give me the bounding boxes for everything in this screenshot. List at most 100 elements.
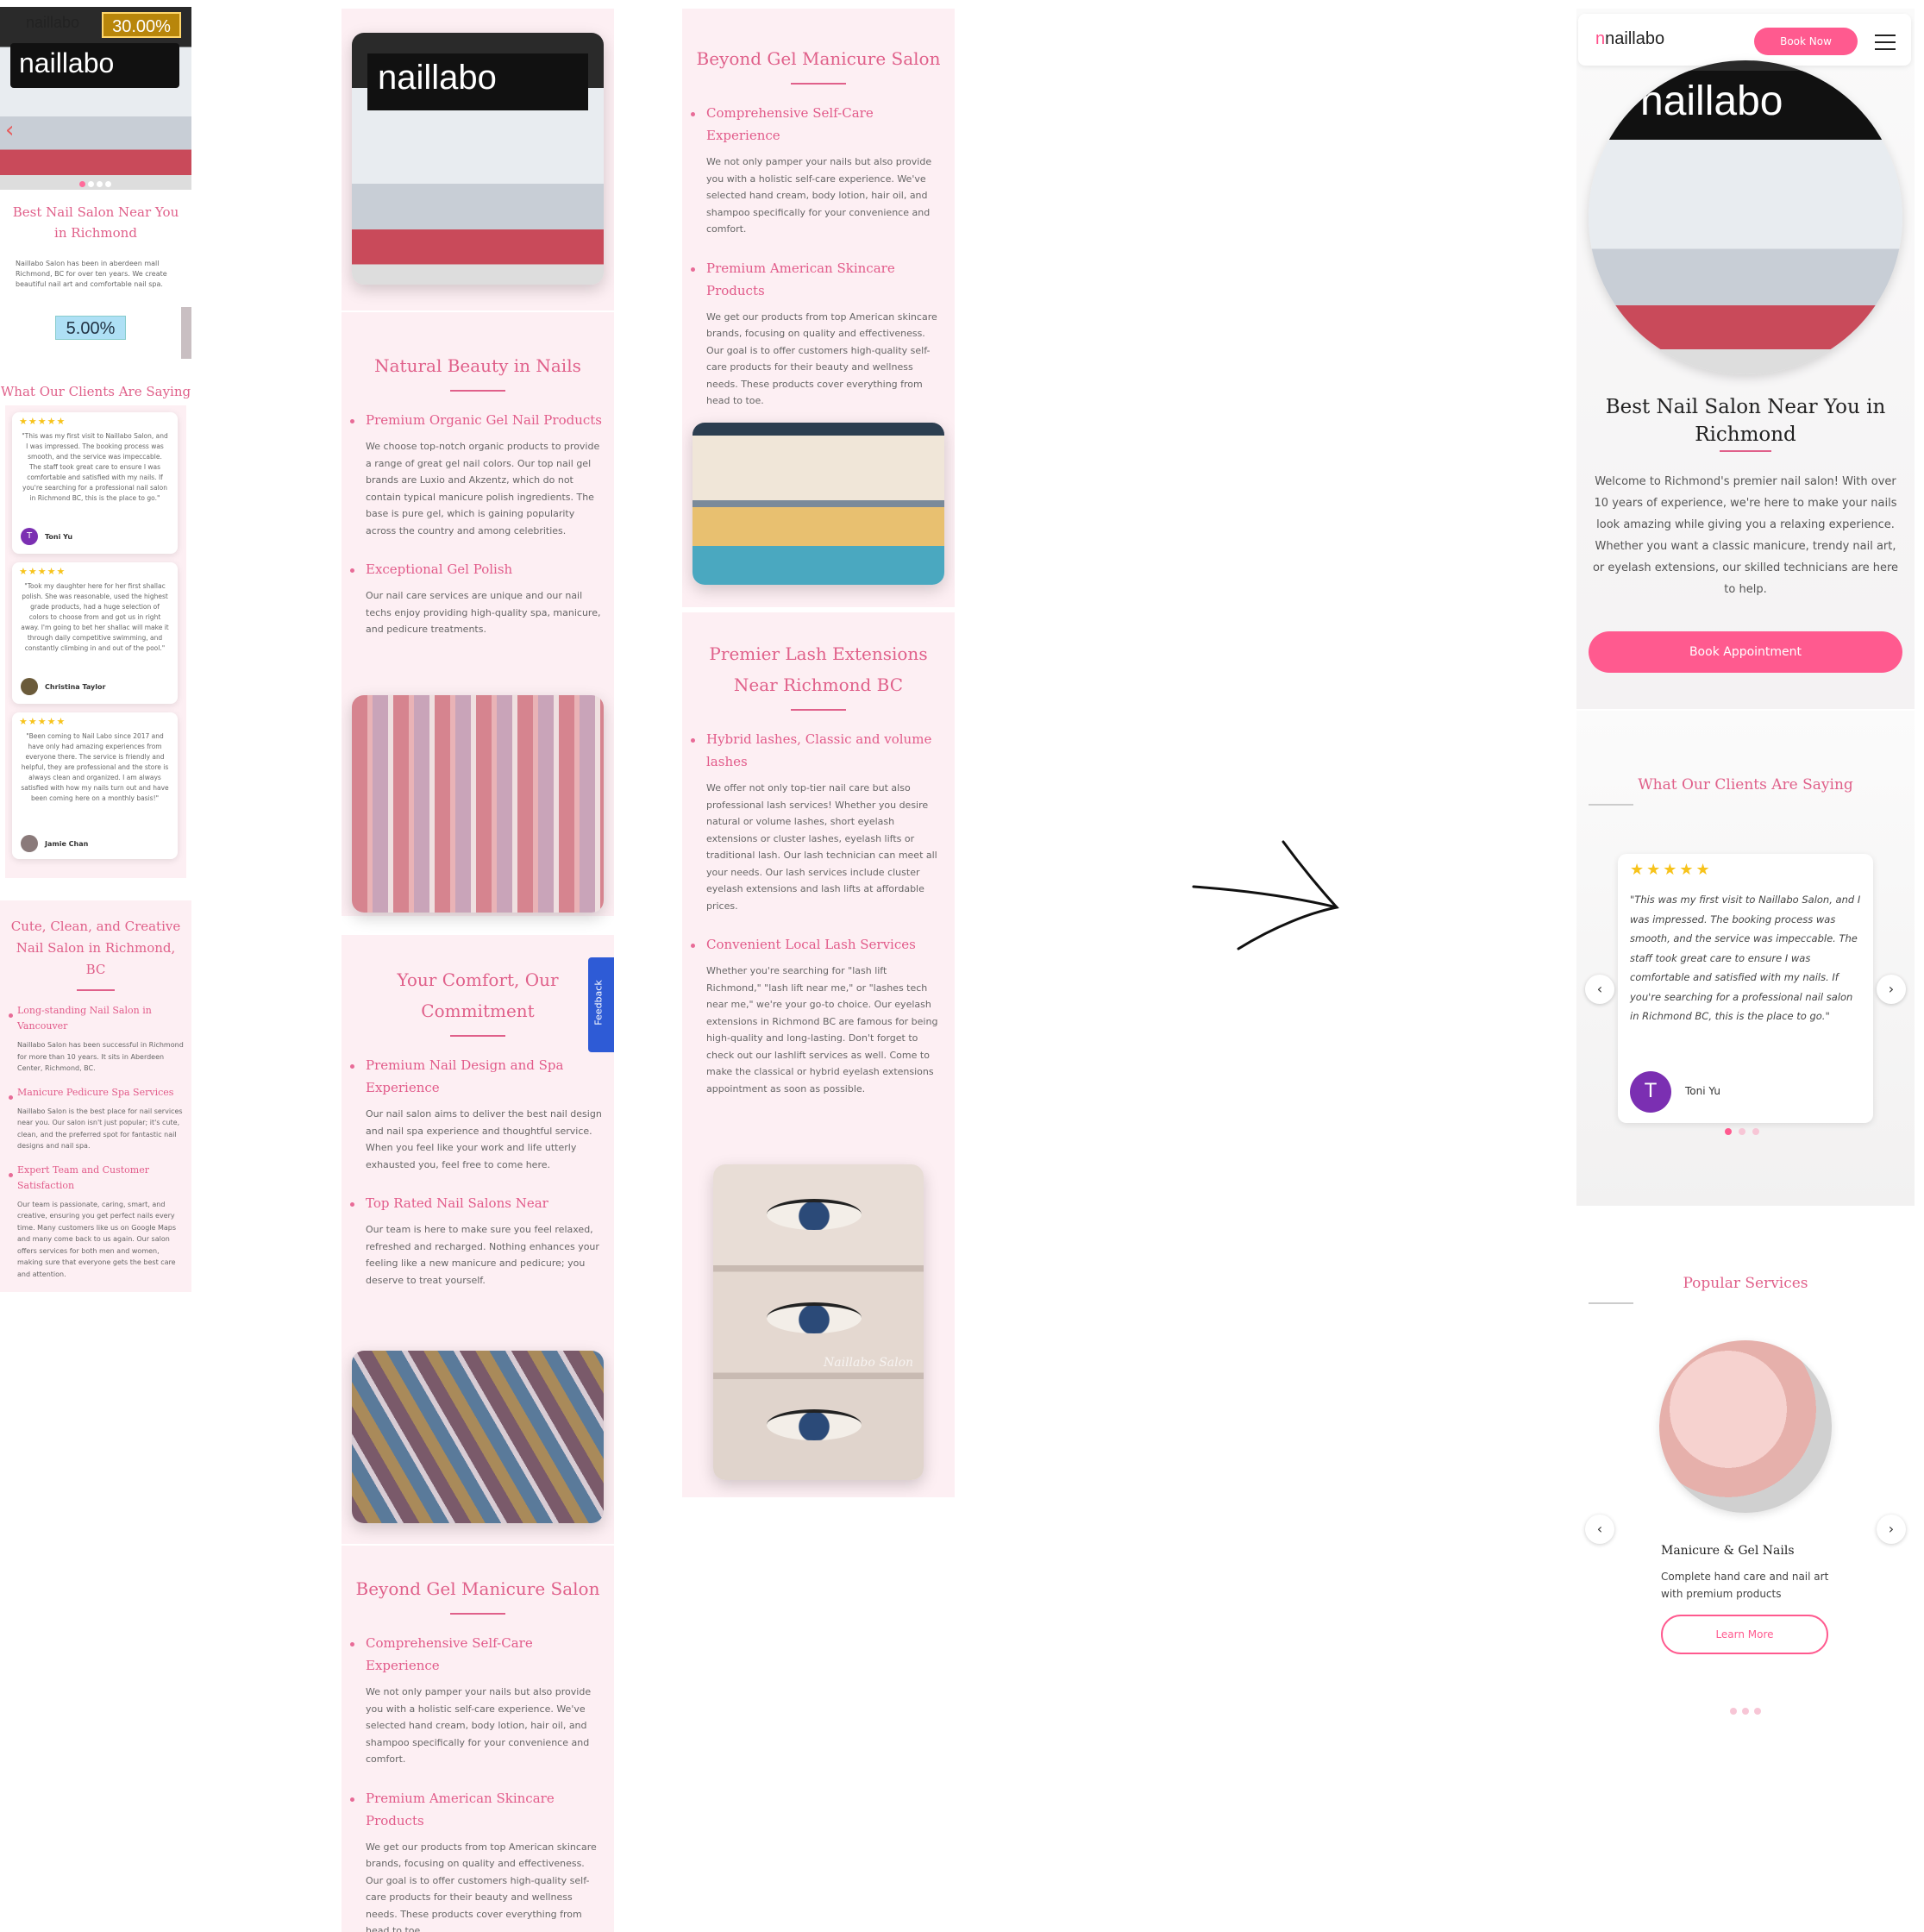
natural-subheading: Exceptional Gel Polish — [342, 558, 602, 580]
about-paragraph: Naillabo Salon has been successful in Ri… — [17, 1041, 184, 1072]
book-appointment-button[interactable]: Book Appointment — [1589, 631, 1902, 673]
reviewer-name: Toni Yu — [45, 533, 73, 541]
comfort-subheading: Top Rated Nail Salons Near — [342, 1192, 602, 1214]
about-subheading: Manicure Pedicure Spa Services — [0, 1085, 185, 1101]
avatar-initial: T — [1645, 1081, 1657, 1102]
store-logo: naillabo — [378, 59, 497, 97]
beyond-subheading: Premium American Skincare Products — [682, 257, 943, 302]
arrow-icon — [1192, 840, 1339, 950]
lash-paragraph: Whether you're searching for "lash lift … — [706, 965, 938, 1095]
badge-top: 30.00% — [102, 12, 181, 38]
review-stars: ★★★★★ — [1630, 861, 1713, 879]
natural-subheading: Premium Organic Gel Nail Products — [342, 409, 602, 431]
avatar-initial: T — [26, 531, 33, 541]
beyond-paragraph: We not only pamper your nails but also p… — [366, 1686, 592, 1765]
comfort-section: Your Comfort, Our Commitment Premium Nai… — [342, 935, 614, 1544]
avatar — [21, 835, 38, 852]
comfort-paragraph: Our team is here to make sure you feel r… — [366, 1224, 599, 1286]
store-photo: naillabo — [352, 33, 604, 285]
beyond-paragraph: We get our products from top American sk… — [706, 310, 937, 407]
about-paragraph: Naillabo Salon is the best place for nai… — [17, 1107, 183, 1151]
section-divider — [1589, 1302, 1633, 1304]
beyond-paragraph: We not only pamper your nails but also p… — [706, 156, 932, 235]
reviews-prev-button[interactable]: ‹ — [1585, 975, 1614, 1004]
mobile-page: nnaillabo Book Now naillabo Best Nail Sa… — [1576, 9, 1915, 1734]
service-dot[interactable] — [1754, 1708, 1761, 1715]
review-text: "This was my first visit to Naillabo Sal… — [22, 432, 168, 502]
lash-subheading: Convenient Local Lash Services — [682, 933, 943, 956]
hero-image: naillabo — [1589, 60, 1902, 374]
review-stars: ★★★★★ — [19, 416, 66, 427]
service-name: Manicure & Gel Nails — [1661, 1544, 1795, 1558]
comfort-paragraph: Our nail salon aims to deliver the best … — [366, 1108, 602, 1170]
feedback-label[interactable]: Feedback — [593, 980, 605, 1025]
comfort-title: Your Comfort, Our Commitment — [397, 969, 559, 1021]
column-1: naillabo ‹ naillabo 30.00% Best Nail Sal… — [0, 7, 191, 1292]
slide-dot[interactable] — [105, 181, 111, 187]
hero-intro: Naillabo Salon has been in aberdeen mall… — [16, 260, 167, 288]
eye-icon — [767, 1409, 862, 1440]
beyond-subheading: Comprehensive Self-Care Experience — [682, 102, 943, 147]
hero-intro: Welcome to Richmond's premier nail salon… — [1592, 475, 1899, 596]
review-dot[interactable] — [1752, 1128, 1759, 1135]
slide-dot[interactable] — [79, 181, 85, 187]
services-prev-button[interactable]: ‹ — [1585, 1515, 1614, 1544]
about-section: Cute, Clean, and Creative Nail Salon in … — [0, 900, 191, 1292]
title-underline — [1720, 450, 1771, 452]
gel-swatches-photo — [352, 1351, 604, 1523]
lash-title: Premier Lash Extensions Near Richmond BC — [709, 643, 928, 695]
service-image — [1659, 1340, 1832, 1513]
natural-section: Natural Beauty in Nails Premium Organic … — [342, 312, 614, 916]
lash-section: Premier Lash Extensions Near Richmond BC… — [682, 612, 955, 1497]
store-logo: naillabo — [1640, 78, 1783, 124]
beyond-title: Beyond Gel Manicure Salon — [355, 1578, 600, 1599]
review-card: ★★★★★ "This was my first visit to Nailla… — [12, 412, 178, 554]
hero-card-edge — [181, 307, 191, 359]
column-3: Beyond Gel Manicure Salon Comprehensive … — [682, 9, 955, 1497]
review-dot[interactable] — [1725, 1128, 1732, 1135]
column-2: naillabo Natural Beauty in Nails Premium… — [342, 9, 614, 1932]
about-subheading: Expert Team and Customer Satisfaction — [0, 1163, 185, 1194]
eye-icon — [767, 1302, 862, 1333]
review-card: ★★★★★ "Took my daughter here for her fir… — [12, 562, 178, 704]
review-dot[interactable] — [1739, 1128, 1745, 1135]
menu-icon[interactable] — [1875, 34, 1896, 50]
review-card: ★★★★★ "This was my first visit to Nailla… — [1618, 854, 1873, 1123]
skincare-shelf-photo — [693, 423, 944, 585]
mobile-header: nnaillabo Book Now — [1578, 14, 1911, 66]
about-subheading: Long-standing Nail Salon in Vancouver — [0, 1003, 185, 1034]
service-dot[interactable] — [1742, 1708, 1749, 1715]
store-photo-section: naillabo — [342, 9, 614, 310]
top-logo: naillabo — [26, 14, 80, 31]
natural-title: Natural Beauty in Nails — [374, 355, 581, 376]
review-text: "Took my daughter here for her first sha… — [21, 582, 169, 652]
service-dot[interactable] — [1730, 1708, 1737, 1715]
service-description: Complete hand care and nail art with pre… — [1661, 1571, 1829, 1600]
slide-dot[interactable] — [88, 181, 94, 187]
lash-paragraph: We offer not only top-tier nail care but… — [706, 782, 937, 912]
reviews-next-button[interactable]: › — [1877, 975, 1906, 1004]
review-text: "Been coming to Nail Labo since 2017 and… — [21, 732, 169, 802]
hero-title: Best Nail Salon Near You in Richmond — [12, 204, 179, 241]
store-logo: naillabo — [19, 47, 115, 78]
review-stars: ★★★★★ — [19, 566, 66, 577]
slider-prev-icon[interactable]: ‹ — [5, 117, 14, 143]
eye-icon — [767, 1199, 862, 1230]
beyond-subheading: Premium American Skincare Products — [342, 1787, 602, 1832]
avatar: T — [1630, 1071, 1671, 1113]
beyond-section-partial: Beyond Gel Manicure Salon Comprehensive … — [342, 1546, 614, 1932]
review-stars: ★★★★★ — [19, 716, 66, 727]
site-logo[interactable]: nnaillabo — [1595, 29, 1664, 49]
services-next-button[interactable]: › — [1877, 1515, 1906, 1544]
reviews-title: What Our Clients Are Saying — [0, 384, 191, 399]
reviewer-name: Christina Taylor — [45, 683, 106, 691]
slide-dot[interactable] — [97, 181, 103, 187]
watermark: Naillabo Salon — [824, 1356, 914, 1370]
avatar: T — [21, 528, 38, 545]
reviewer-name: Jamie Chan — [45, 840, 89, 848]
beyond-subheading: Comprehensive Self-Care Experience — [342, 1632, 602, 1677]
book-now-button[interactable]: Book Now — [1754, 28, 1858, 55]
learn-more-button[interactable]: Learn More — [1661, 1615, 1828, 1654]
reviews-title: What Our Clients Are Saying — [1638, 776, 1853, 794]
beyond-paragraph: We get our products from top American sk… — [366, 1841, 597, 1932]
